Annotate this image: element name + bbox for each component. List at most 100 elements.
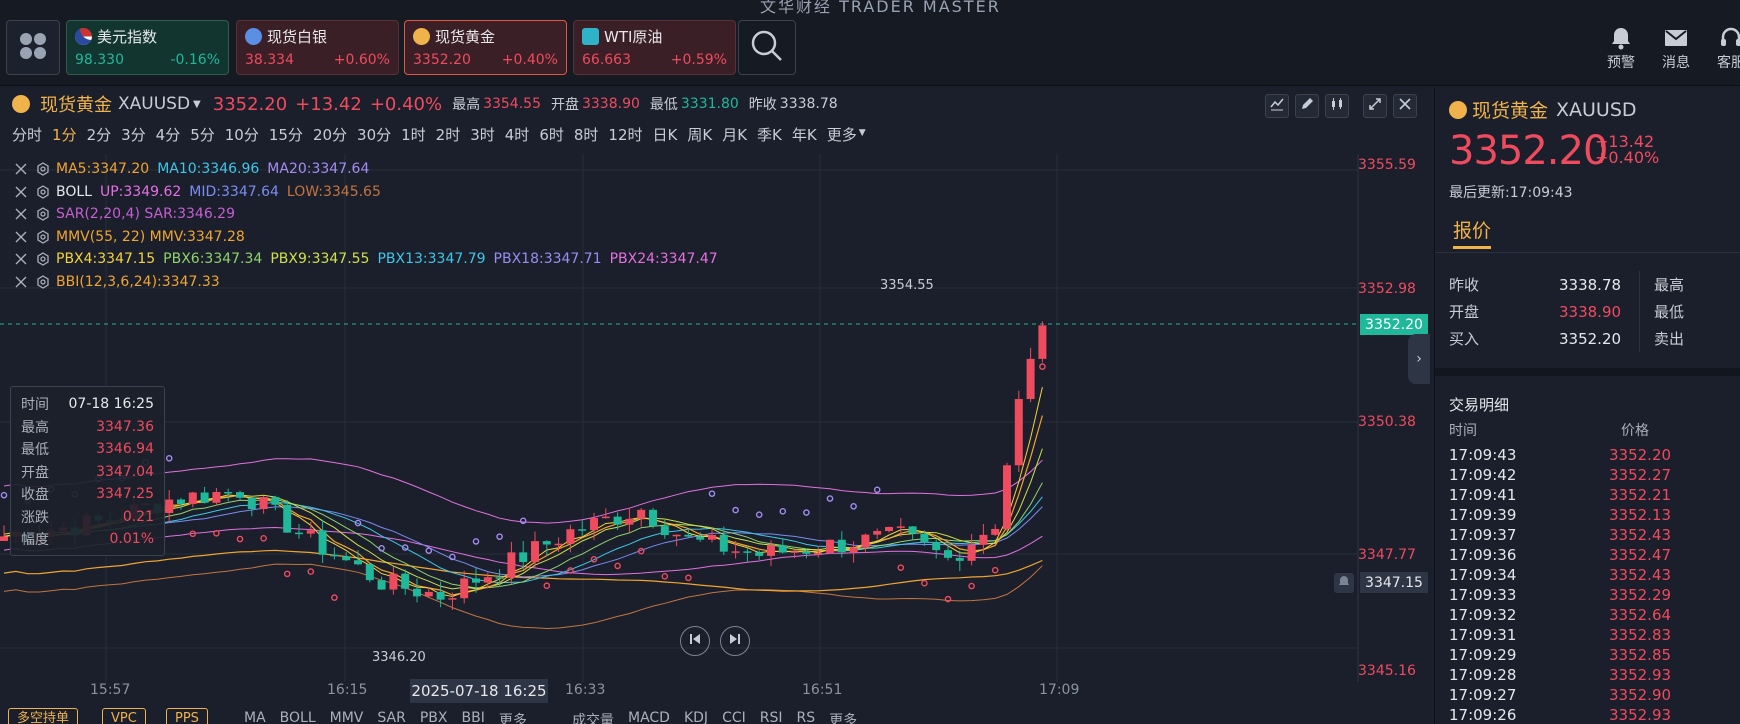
settings-icon[interactable] (34, 184, 52, 199)
period-tab[interactable]: 4时 (505, 124, 530, 145)
indicator-tab[interactable]: SAR (377, 710, 405, 724)
indicator-tab[interactable]: 更多 (499, 710, 527, 724)
ticker-wti-oil[interactable]: WTI原油 66.663 +0.59% (573, 20, 736, 75)
period-tab[interactable]: 2时 (436, 124, 461, 145)
period-tab[interactable]: 季K (757, 124, 782, 145)
candle-style-button[interactable] (1325, 94, 1349, 118)
candle (224, 492, 233, 494)
app-menu-button[interactable] (6, 20, 60, 75)
indicator-tab[interactable]: BBI (461, 710, 484, 724)
indicator-tab[interactable]: 更多 (829, 710, 857, 724)
ticker-change: +0.59% (670, 52, 727, 68)
expand-side-button[interactable]: › (1408, 334, 1430, 384)
candle (365, 564, 374, 581)
settings-icon[interactable] (34, 229, 52, 244)
next-bar-button[interactable] (720, 626, 750, 656)
close-icon[interactable] (12, 208, 30, 220)
period-tab[interactable]: 1分 (52, 124, 77, 145)
candle (236, 492, 244, 498)
candle (483, 577, 492, 583)
trade-price: 3352.47 (1609, 546, 1672, 564)
period-tab[interactable]: 6时 (539, 124, 564, 145)
ticker-gold[interactable]: 现货黄金 3352.20 +0.40% (404, 20, 567, 75)
indicator-tab[interactable]: BOLL (280, 710, 316, 724)
close-icon[interactable] (12, 231, 30, 243)
trade-price: 3352.93 (1609, 706, 1672, 724)
instrument-code[interactable]: XAUUSD (118, 94, 190, 114)
period-tab[interactable]: 3分 (121, 124, 146, 145)
indicator-value: PBX24:3347.47 (609, 251, 718, 267)
period-tab[interactable]: 20分 (313, 124, 347, 145)
candle (719, 534, 728, 552)
trade-time: 17:09:28 (1449, 666, 1517, 684)
indicator-tab[interactable]: MACD (628, 710, 670, 724)
period-tab[interactable]: 3时 (470, 124, 495, 145)
search-button[interactable] (738, 20, 796, 75)
oil-icon (582, 27, 599, 45)
settings-icon[interactable] (34, 274, 52, 289)
ticker-usd-index[interactable]: 美元指数 98.330 -0.16% (66, 20, 229, 75)
close-icon[interactable] (12, 276, 30, 288)
period-tab[interactable]: 周K (687, 124, 712, 145)
fullscreen-button[interactable] (1363, 94, 1387, 118)
x-tick: 15:57 (90, 682, 131, 698)
mail-icon (1651, 24, 1701, 52)
close-chart-button[interactable] (1393, 94, 1417, 118)
indicator-tab[interactable]: PBX (420, 710, 448, 724)
trade-price: 3352.85 (1609, 646, 1672, 664)
period-tab[interactable]: 5分 (190, 124, 215, 145)
period-tab[interactable]: 2分 (87, 124, 112, 145)
candle (295, 532, 303, 535)
ticker-silver[interactable]: 现货白银 38.334 +0.60% (236, 20, 399, 75)
candle (967, 544, 976, 561)
indicator-value: PBX18:3347.71 (493, 251, 602, 267)
tab-quote[interactable]: 报价 (1453, 216, 1491, 243)
message-button[interactable]: 消息 (1651, 24, 1701, 72)
close-icon[interactable] (12, 186, 30, 198)
indicator-tab[interactable]: KDJ (684, 710, 708, 724)
indicator-tab[interactable]: MMV (330, 710, 364, 724)
indicator-tab[interactable]: MA (244, 710, 266, 724)
sar-dot (921, 579, 928, 587)
period-tab[interactable]: 30分 (357, 124, 391, 145)
service-button[interactable]: 客服 (1706, 24, 1740, 72)
period-tab[interactable]: 4分 (156, 124, 181, 145)
indicator-tab[interactable]: 成交量 (572, 710, 614, 724)
sar-dot (0, 491, 8, 499)
price-alert-button[interactable] (1334, 573, 1354, 593)
caret-down-icon[interactable]: ▼ (859, 128, 866, 145)
settings-icon[interactable] (34, 207, 52, 222)
indicator-tab[interactable]: CCI (722, 710, 746, 724)
col-time: 时间 (1449, 423, 1477, 439)
period-tab[interactable]: 15分 (269, 124, 303, 145)
indicator-tab[interactable]: RS (797, 710, 816, 724)
candle (401, 573, 410, 589)
settings-icon[interactable] (34, 162, 52, 177)
period-tab[interactable]: 月K (722, 124, 747, 145)
close-icon[interactable] (12, 253, 30, 265)
period-tab[interactable]: 1时 (401, 124, 426, 145)
period-tab[interactable]: 更多 (827, 124, 857, 145)
pps-button[interactable]: PPS (166, 708, 208, 724)
settings-icon[interactable] (34, 252, 52, 267)
period-tab[interactable]: 10分 (225, 124, 259, 145)
period-tab[interactable]: 12时 (608, 124, 642, 145)
prev-bar-button[interactable] (680, 626, 710, 656)
indicator-tool-button[interactable] (1265, 94, 1289, 118)
period-tab[interactable]: 日K (653, 124, 678, 145)
period-tab[interactable]: 8时 (574, 124, 599, 145)
period-tab[interactable]: 年K (792, 124, 817, 145)
vpc-button[interactable]: VPC (102, 708, 146, 724)
alert-button[interactable]: 预警 (1596, 24, 1646, 72)
trade-time: 17:09:27 (1449, 686, 1517, 704)
period-tab[interactable]: 分时 (12, 124, 42, 145)
trade-time: 17:09:43 (1449, 446, 1517, 464)
indicator-value: MMV(55, 22) MMV:3347.28 (56, 228, 245, 245)
indicator-tab[interactable]: RSI (760, 710, 783, 724)
caret-down-icon[interactable]: ▼ (193, 99, 201, 110)
candle (1026, 358, 1035, 400)
long-short-button[interactable]: 多空持单 (8, 708, 79, 724)
draw-tool-button[interactable] (1295, 94, 1319, 118)
close-icon[interactable] (12, 163, 30, 175)
chart-tools (1259, 94, 1417, 118)
